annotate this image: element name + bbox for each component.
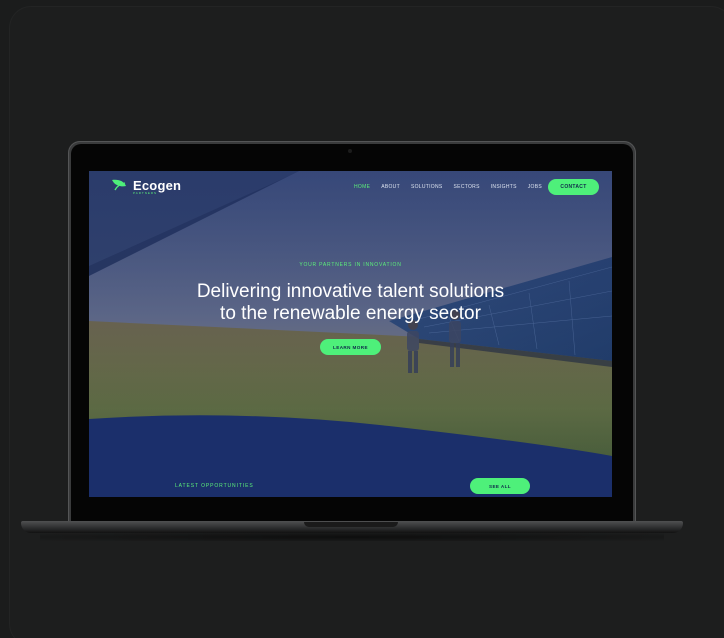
leaf-icon — [112, 179, 126, 191]
see-all-button[interactable]: SEE ALL — [470, 478, 530, 494]
laptop-notch — [304, 522, 398, 527]
logo[interactable]: Ecogen — [111, 178, 181, 192]
latest-opportunities-heading: LATEST OPPORTUNITIES — [175, 483, 254, 489]
site-header: Ecogen PARTNERS HOME ABOUT SOLUTIONS SEC… — [89, 171, 612, 201]
laptop-shadow — [40, 533, 664, 541]
hero-headline-line1: Delivering innovative talent solutions — [196, 281, 505, 302]
nav-item-solutions[interactable]: SOLUTIONS — [411, 184, 443, 190]
hero-headline: Delivering innovative talent solutions t… — [129, 281, 572, 325]
nav-item-sectors[interactable]: SECTORS — [454, 184, 480, 190]
laptop-screen: Ecogen PARTNERS HOME ABOUT SOLUTIONS SEC… — [89, 171, 612, 497]
nav-links: HOME ABOUT SOLUTIONS SECTORS INSIGHTS JO… — [354, 184, 542, 190]
nav-item-insights[interactable]: INSIGHTS — [491, 184, 517, 190]
learn-more-button[interactable]: LEARN MORE — [320, 339, 381, 355]
camera-icon — [348, 149, 352, 153]
nav-item-about[interactable]: ABOUT — [381, 184, 400, 190]
logo-subtitle: PARTNERS — [133, 191, 158, 195]
contact-button[interactable]: CONTACT — [548, 179, 599, 195]
hero-eyebrow: YOUR PARTNERS IN INNOVATION — [299, 262, 402, 268]
hero-image — [89, 171, 612, 497]
nav-item-home[interactable]: HOME — [354, 184, 370, 190]
nav-item-jobs[interactable]: JOBS — [528, 184, 542, 190]
hero-headline-line2: to the renewable energy sector — [220, 303, 481, 324]
logo-name: Ecogen — [133, 177, 182, 193]
